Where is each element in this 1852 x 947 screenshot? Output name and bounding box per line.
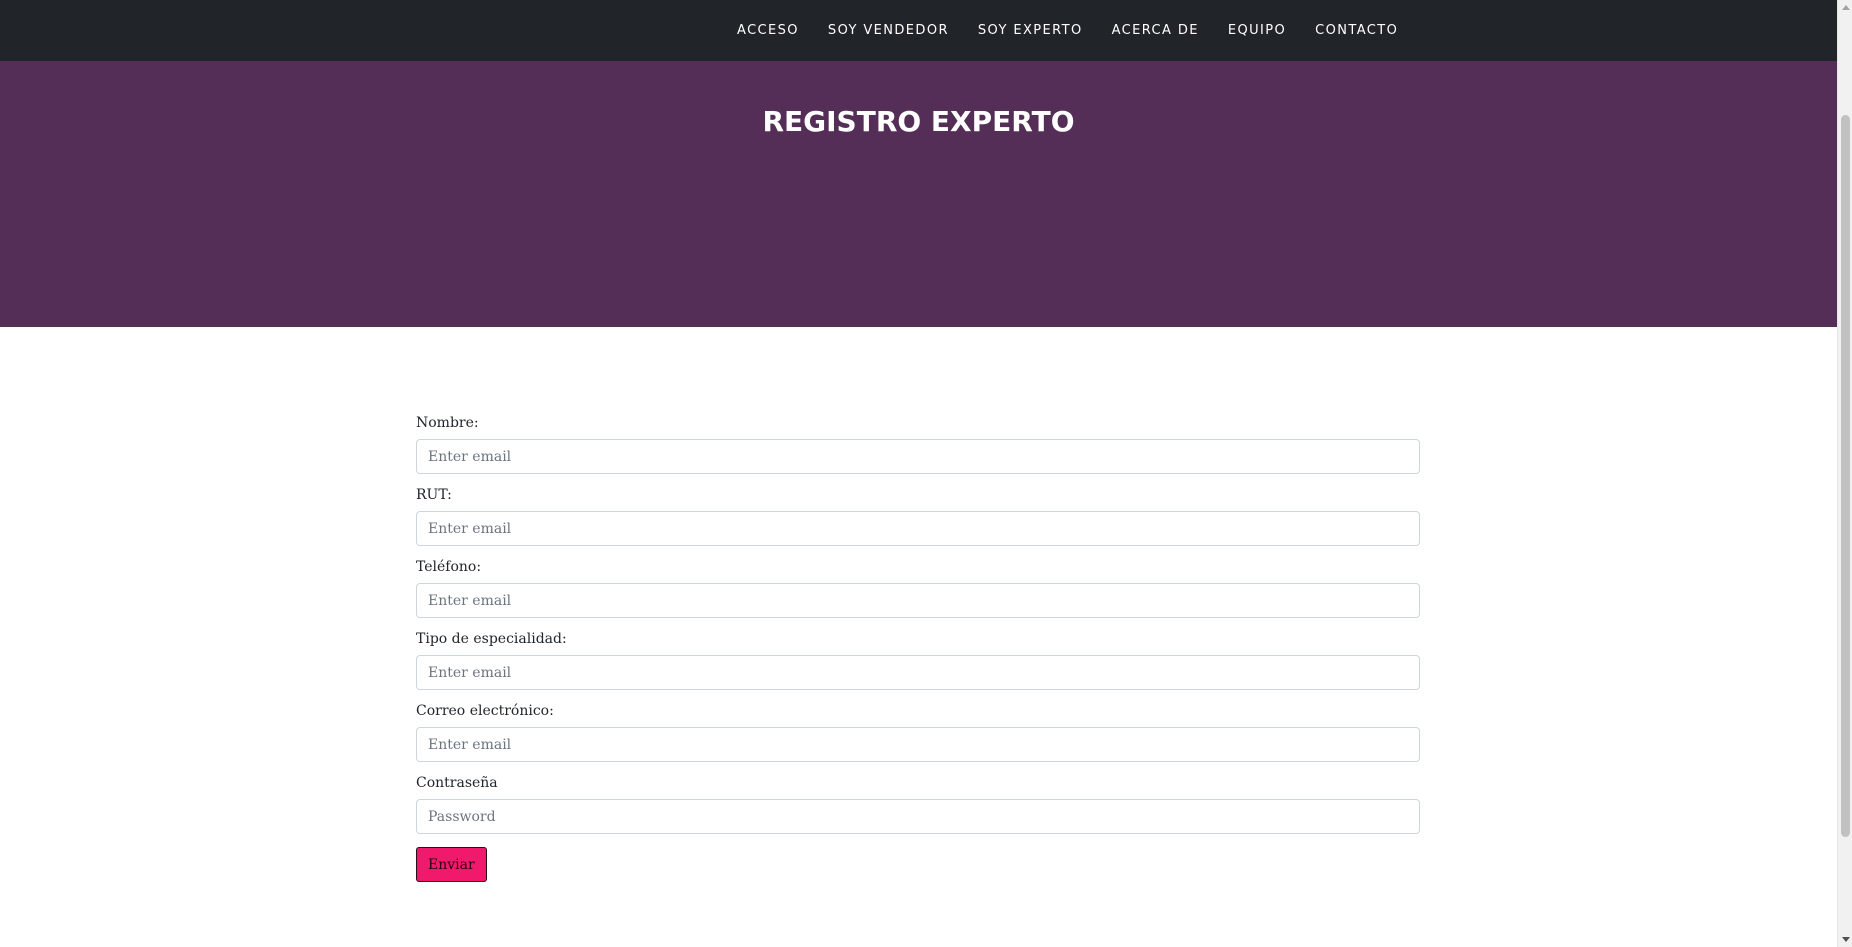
scroll-up-arrow-icon[interactable] [1842,5,1850,10]
rut-label: RUT: [416,487,452,503]
form-group-correo: Correo electrónico: [416,701,1420,762]
nav-item-equipo[interactable]: EQUIPO [1228,23,1286,38]
navbar: ACCESO SOY VENDEDOR SOY EXPERTO ACERCA D… [0,0,1837,61]
especialidad-input[interactable] [416,655,1420,690]
nombre-input[interactable] [416,439,1420,474]
vertical-scrollbar[interactable] [1837,0,1852,947]
form-group-telefono: Teléfono: [416,557,1420,618]
nav-item-acerca-de[interactable]: ACERCA DE [1112,23,1199,38]
form-group-rut: RUT: [416,485,1420,546]
masthead: REGISTRO EXPERTO [0,61,1837,327]
nav-item-contacto[interactable]: CONTACTO [1315,23,1398,38]
correo-label: Correo electrónico: [416,703,554,719]
contrasena-label: Contraseña [416,775,498,791]
nav-item-soy-experto[interactable]: SOY EXPERTO [978,23,1083,38]
especialidad-label: Tipo de especialidad: [416,631,567,647]
nav-item-soy-vendedor[interactable]: SOY VENDEDOR [828,23,949,38]
page-title: REGISTRO EXPERTO [762,105,1075,138]
page: ACCESO SOY VENDEDOR SOY EXPERTO ACERCA D… [0,0,1852,947]
correo-input[interactable] [416,727,1420,762]
telefono-input[interactable] [416,583,1420,618]
nav-links: ACCESO SOY VENDEDOR SOY EXPERTO ACERCA D… [737,0,1398,61]
scrollbar-thumb[interactable] [1841,115,1850,837]
rut-input[interactable] [416,511,1420,546]
nav-item-acceso[interactable]: ACCESO [737,23,799,38]
content-area: ACCESO SOY VENDEDOR SOY EXPERTO ACERCA D… [0,0,1837,947]
contrasena-input[interactable] [416,799,1420,834]
scroll-down-arrow-icon[interactable] [1842,937,1850,942]
telefono-label: Teléfono: [416,559,482,575]
form-group-nombre: Nombre: [416,413,1420,474]
form-group-especialidad: Tipo de especialidad: [416,629,1420,690]
registration-form: Nombre: RUT: Teléfono: Tipo de especiali… [416,413,1420,882]
submit-button[interactable]: Enviar [416,847,487,882]
form-group-contrasena: Contraseña [416,773,1420,834]
nombre-label: Nombre: [416,415,479,431]
